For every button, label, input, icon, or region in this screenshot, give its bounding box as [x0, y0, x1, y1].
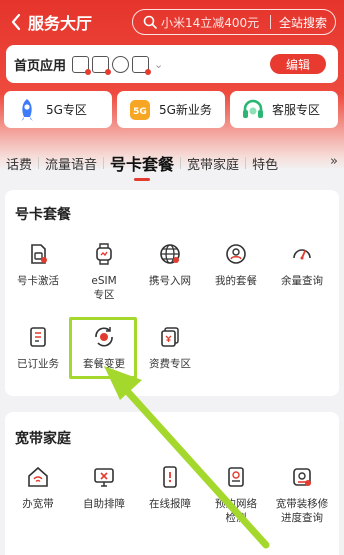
item-label: 我的套餐 [215, 275, 257, 287]
site-search-button[interactable]: 全站搜索 [271, 14, 335, 31]
checklist-icon [224, 465, 248, 489]
item-label: eSIM 专区 [91, 275, 117, 301]
5g-phone-icon: 5G [127, 97, 153, 123]
search-bar[interactable]: 小米14立减400元 全站搜索 [132, 9, 336, 35]
home-apps-label: 首页应用 [14, 58, 67, 74]
more-tabs-button[interactable]: » [330, 154, 338, 169]
zone-5g[interactable]: 5G专区 [4, 91, 112, 128]
item-label: 在线报障 [149, 498, 191, 510]
item-label: 办宽带 [22, 498, 54, 510]
globe-icon [158, 242, 182, 266]
search-input[interactable]: 小米14立减400元 [161, 14, 270, 31]
tag-mini-icon [132, 55, 152, 75]
tab-data-voice[interactable]: 流量语音 [39, 154, 103, 173]
home-apps-icons[interactable]: ⌄ [72, 55, 164, 75]
grid-item-balance-query[interactable]: 余量查询 [269, 242, 335, 288]
home-apps-card: 首页应用 ⌄ 编辑 [6, 45, 338, 83]
grid-item-my-plan[interactable]: 我的套餐 [203, 242, 269, 288]
tab-sim-plans[interactable]: 号卡套餐 [104, 151, 180, 175]
gauge-icon [290, 242, 314, 266]
item-label: 携号入网 [149, 275, 191, 287]
item-label: 宽带装移修 进度查询 [275, 498, 329, 524]
home-wifi-icon [26, 465, 50, 489]
tariff-icon [158, 325, 182, 349]
page-title: 服务大厅 [28, 14, 93, 33]
search-icon [139, 15, 161, 29]
tab-broadband[interactable]: 宽带家庭 [181, 154, 245, 173]
zone-label: 5G专区 [46, 103, 87, 117]
chevron-left-icon [11, 13, 21, 31]
grid-item-esim[interactable]: eSIM 专区 [71, 242, 137, 302]
edit-button[interactable]: 编辑 [270, 54, 326, 74]
router-progress-icon [290, 465, 314, 489]
item-label: 号卡激活 [17, 275, 59, 287]
section-title: 号卡套餐 [15, 207, 71, 223]
grid-item-sim-activate[interactable]: 号卡激活 [5, 242, 71, 288]
tab-phone-bill[interactable]: 话费 [0, 154, 38, 173]
grid-item-get-broadband[interactable]: 办宽带 [5, 465, 71, 511]
section-title: 宽带家庭 [15, 431, 71, 447]
phone-report-icon [158, 465, 182, 489]
phone-mini-icon [72, 55, 92, 75]
item-label: 已订业务 [17, 358, 59, 370]
grid-item-subscribed-services[interactable]: 已订业务 [5, 325, 71, 371]
watch-icon [92, 242, 116, 266]
top-bar: 服务大厅 小米14立减400元 全站搜索 [0, 8, 344, 36]
grid-item-tariff-zone[interactable]: 资费专区 [137, 325, 203, 371]
user-badge-icon [224, 242, 248, 266]
zone-customer-service[interactable]: 客服专区 [230, 91, 338, 128]
headset-icon [240, 97, 266, 123]
globe-mini-icon [112, 55, 130, 73]
highlight-box [69, 317, 137, 379]
grid-item-online-report[interactable]: 在线报障 [137, 465, 203, 511]
zone-label: 客服专区 [272, 103, 321, 117]
svg-text:5G: 5G [133, 107, 147, 117]
chevron-down-icon: ⌄ [154, 57, 164, 71]
back-button[interactable] [6, 8, 26, 36]
item-label: 自助排障 [83, 498, 125, 510]
grid-item-self-troubleshoot[interactable]: 自助排障 [71, 465, 137, 511]
card-mini-icon [92, 55, 112, 75]
monitor-repair-icon [92, 465, 116, 489]
item-label: 预约网络 检测 [215, 498, 257, 524]
document-icon [26, 325, 50, 349]
item-label: 资费专区 [149, 358, 191, 370]
zone-5g-new[interactable]: 5G 5G新业务 [117, 91, 225, 128]
grid-item-install-progress[interactable]: 宽带装移修 进度查询 [269, 465, 335, 525]
rocket-icon [14, 97, 40, 123]
grid-item-network-check[interactable]: 预约网络 检测 [203, 465, 269, 525]
tab-featured[interactable]: 特色 [246, 154, 284, 173]
item-label: 余量查询 [281, 275, 323, 287]
zone-label: 5G新业务 [159, 103, 212, 117]
category-tabs: 话费 流量语音 号卡套餐 宽带家庭 特色 » [0, 148, 344, 178]
grid-item-port-in[interactable]: 携号入网 [137, 242, 203, 288]
sim-card-icon [26, 242, 50, 266]
